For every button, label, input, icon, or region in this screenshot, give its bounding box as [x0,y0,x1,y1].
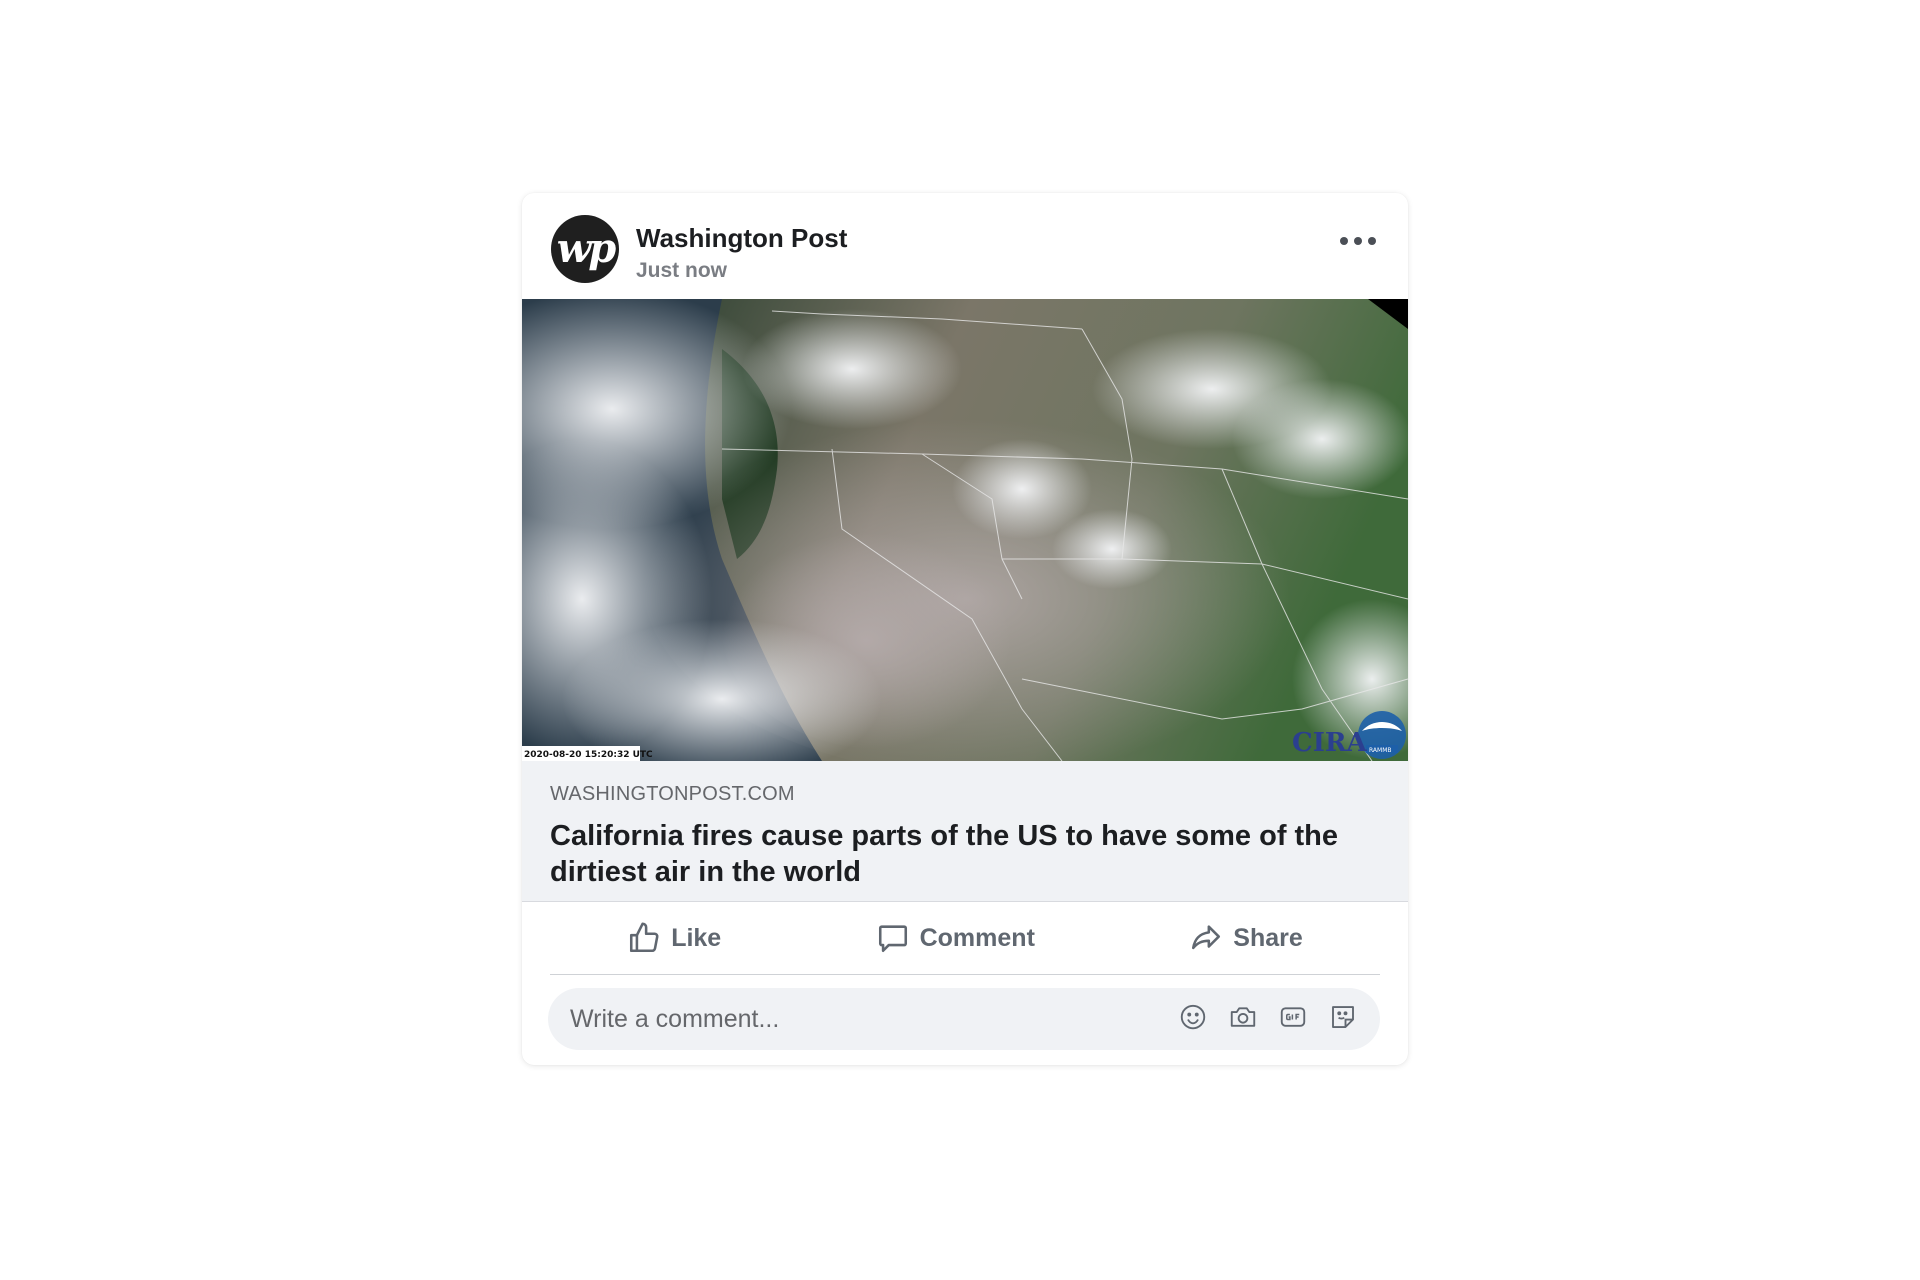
avatar-logo-text: wp [556,225,616,272]
more-dot [1368,237,1376,245]
post-card: wp Washington Post Just now 2020-08-20 1… [522,193,1408,1065]
comment-bubble-icon [876,921,910,955]
like-label: Like [671,923,722,952]
post-header: wp Washington Post Just now [522,193,1408,299]
more-dot [1354,237,1362,245]
comment-input[interactable] [568,1003,1178,1035]
comment-button[interactable]: Comment [854,913,1057,963]
comment-label: Comment [919,923,1035,952]
rammb-badge-text: RAMMB [1369,747,1392,754]
link-preview[interactable]: WASHINGTONPOST.COM California fires caus… [522,761,1408,902]
post-timestamp[interactable]: Just now [636,259,727,283]
link-title: California fires cause parts of the US t… [550,820,1339,888]
avatar[interactable]: wp [551,215,619,283]
share-button[interactable]: Share [1167,913,1324,963]
comment-tools [1178,1002,1358,1037]
comment-composer [548,988,1380,1050]
camera-icon[interactable] [1228,1002,1258,1037]
more-options-button[interactable] [1334,227,1382,255]
post-image[interactable]: 2020-08-20 15:20:32 UTC RAMMB CIRA [522,299,1408,761]
action-bar: Like Comment Share [550,902,1380,975]
sticker-icon[interactable] [1328,1002,1358,1037]
like-button[interactable]: Like [605,913,743,963]
emoji-icon[interactable] [1178,1002,1208,1037]
page-name[interactable]: Washington Post [636,223,847,254]
thumbs-up-icon [627,921,661,955]
share-arrow-icon [1189,921,1223,955]
cira-logo-text: CIRA [1292,728,1367,758]
gif-icon[interactable] [1278,1002,1308,1037]
share-label: Share [1233,923,1303,952]
image-timestamp-overlay: 2020-08-20 15:20:32 UTC [524,750,653,760]
more-horizontal-icon [1340,237,1348,245]
satellite-image: 2020-08-20 15:20:32 UTC RAMMB CIRA [522,299,1408,761]
link-domain: WASHINGTONPOST.COM [550,783,795,805]
